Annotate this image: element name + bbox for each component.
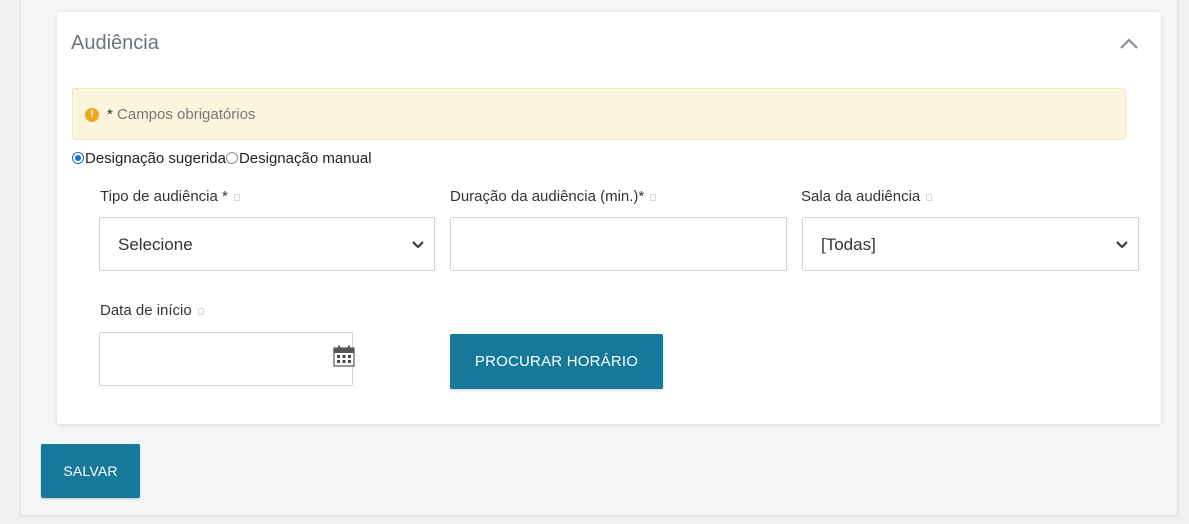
lock-icon (926, 193, 933, 201)
tipo-audiencia-select[interactable]: Selecione (99, 217, 435, 271)
designation-radio-group: Designação sugerida Designação manual (72, 147, 372, 169)
data-inicio-label-text: Data de início (100, 302, 192, 319)
data-inicio-input[interactable] (99, 332, 353, 386)
data-inicio-label: Data de início (100, 302, 204, 319)
duracao-input[interactable] (450, 217, 787, 271)
duracao-label: Duração da audiência (min.)* (450, 188, 657, 205)
required-fields-alert: ! * Campos obrigatórios (72, 88, 1126, 140)
lock-icon (233, 193, 240, 201)
sala-select[interactable]: [Todas] (802, 217, 1139, 271)
radio-designacao-manual[interactable] (225, 152, 238, 164)
duracao-label-text: Duração da audiência (min.)* (450, 188, 645, 205)
sala-label-text: Sala da audiência (801, 188, 921, 205)
panel-header: Audiência (57, 12, 1161, 76)
required-star: * (107, 106, 113, 123)
form-container: Audiência ! * Campos obrigatórios Design… (20, 0, 1178, 516)
lock-icon (197, 307, 204, 315)
salvar-button[interactable]: SALVAR (41, 444, 140, 498)
tipo-audiencia-label-text: Tipo de audiência * (100, 188, 228, 205)
calendar-icon[interactable] (333, 345, 355, 367)
chevron-down-icon (412, 241, 424, 249)
tipo-audiencia-label: Tipo de audiência * (100, 188, 240, 205)
procurar-horario-button[interactable]: PROCURAR HORÁRIO (450, 334, 663, 389)
tipo-audiencia-value: Selecione (118, 235, 193, 254)
alert-text: Campos obrigatórios (117, 106, 256, 123)
radio-designacao-sugerida[interactable] (72, 152, 84, 164)
radio-label-designacao-sugerida[interactable]: Designação sugerida (85, 150, 226, 167)
radio-label-designacao-manual[interactable]: Designação manual (239, 150, 372, 167)
audiencia-panel: Audiência ! * Campos obrigatórios Design… (57, 12, 1161, 424)
chevron-down-icon (1116, 241, 1128, 249)
info-icon: ! (85, 108, 99, 122)
lock-icon (650, 193, 657, 201)
panel-title: Audiência (71, 32, 159, 54)
sala-value: [Todas] (821, 235, 876, 254)
chevron-up-icon[interactable] (1117, 34, 1141, 54)
sala-label: Sala da audiência (801, 188, 933, 205)
